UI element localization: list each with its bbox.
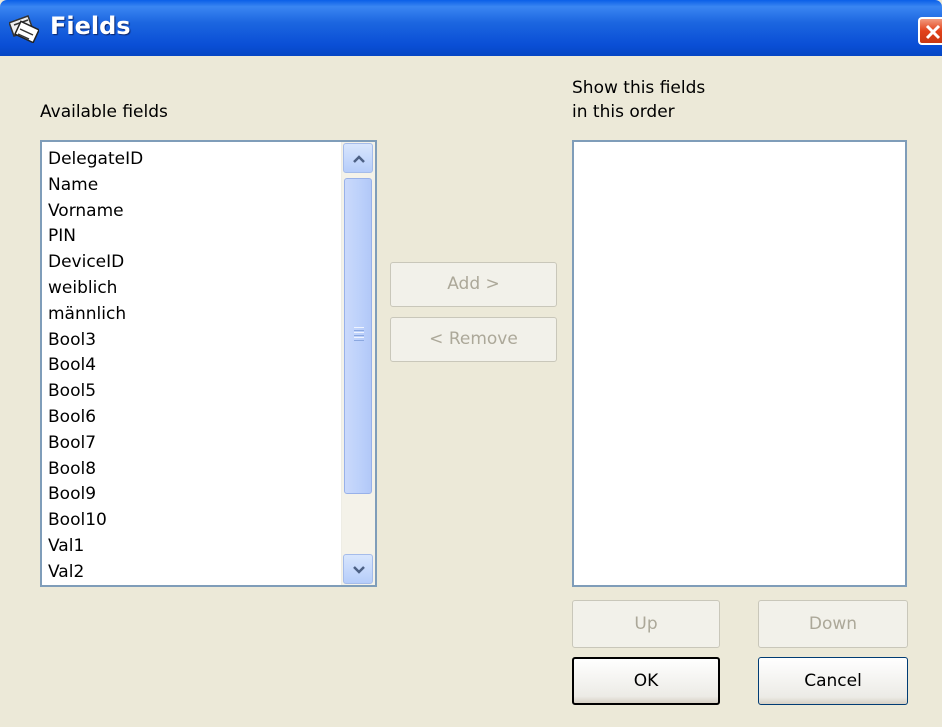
scroll-grip [354,337,364,341]
available-fields-label: Available fields [40,102,168,122]
list-item[interactable]: Name [48,173,339,199]
list-item[interactable]: DeviceID [48,250,339,276]
list-item[interactable]: Bool5 [48,379,339,405]
list-item[interactable]: Bool6 [48,405,339,431]
up-button[interactable]: Up [572,600,720,648]
selected-fields-label-line1: Show this fields [572,78,706,98]
selected-fields-label-line2: in this order [572,102,675,122]
scroll-up-button[interactable] [343,143,373,173]
scroll-down-button[interactable] [343,554,373,584]
available-fields-list[interactable]: DelegateID Name Vorname PIN DeviceID weiblich… [40,140,377,587]
list-item[interactable]: Bool9 [48,482,339,508]
list-item[interactable]: Bool3 [48,328,339,354]
list-item[interactable]: Bool7 [48,431,339,457]
close-icon [925,24,941,40]
scroll-grip [354,332,364,336]
list-item[interactable]: Bool4 [48,353,339,379]
scroll-thumb[interactable] [344,178,372,494]
list-item[interactable]: PIN [48,224,339,250]
down-button[interactable]: Down [758,600,908,648]
list-item[interactable]: Val1 [48,534,339,560]
close-button[interactable] [918,17,942,45]
ok-button[interactable]: OK [572,657,720,705]
vertical-scrollbar[interactable] [341,142,375,585]
available-fields-items: DelegateID Name Vorname PIN DeviceID weiblich… [48,147,339,586]
selected-fields-list[interactable] [572,140,907,587]
list-item[interactable]: Bool10 [48,508,339,534]
list-item[interactable]: weiblich [48,276,339,302]
list-item[interactable]: männlich [48,302,339,328]
fields-app-icon [8,13,41,44]
add-button[interactable]: Add > [390,262,557,307]
cancel-button[interactable]: Cancel [758,657,908,705]
list-item[interactable]: Bool8 [48,457,339,483]
title-bar[interactable]: Fields [0,0,942,56]
list-item[interactable]: DelegateID [48,147,339,173]
window-title: Fields [50,12,131,40]
remove-button[interactable]: < Remove [390,317,557,362]
chevron-down-icon [353,566,365,574]
list-item[interactable]: Val2 [48,560,339,586]
scroll-grip [354,327,364,331]
list-item[interactable]: Vorname [48,199,339,225]
chevron-up-icon [353,155,365,163]
